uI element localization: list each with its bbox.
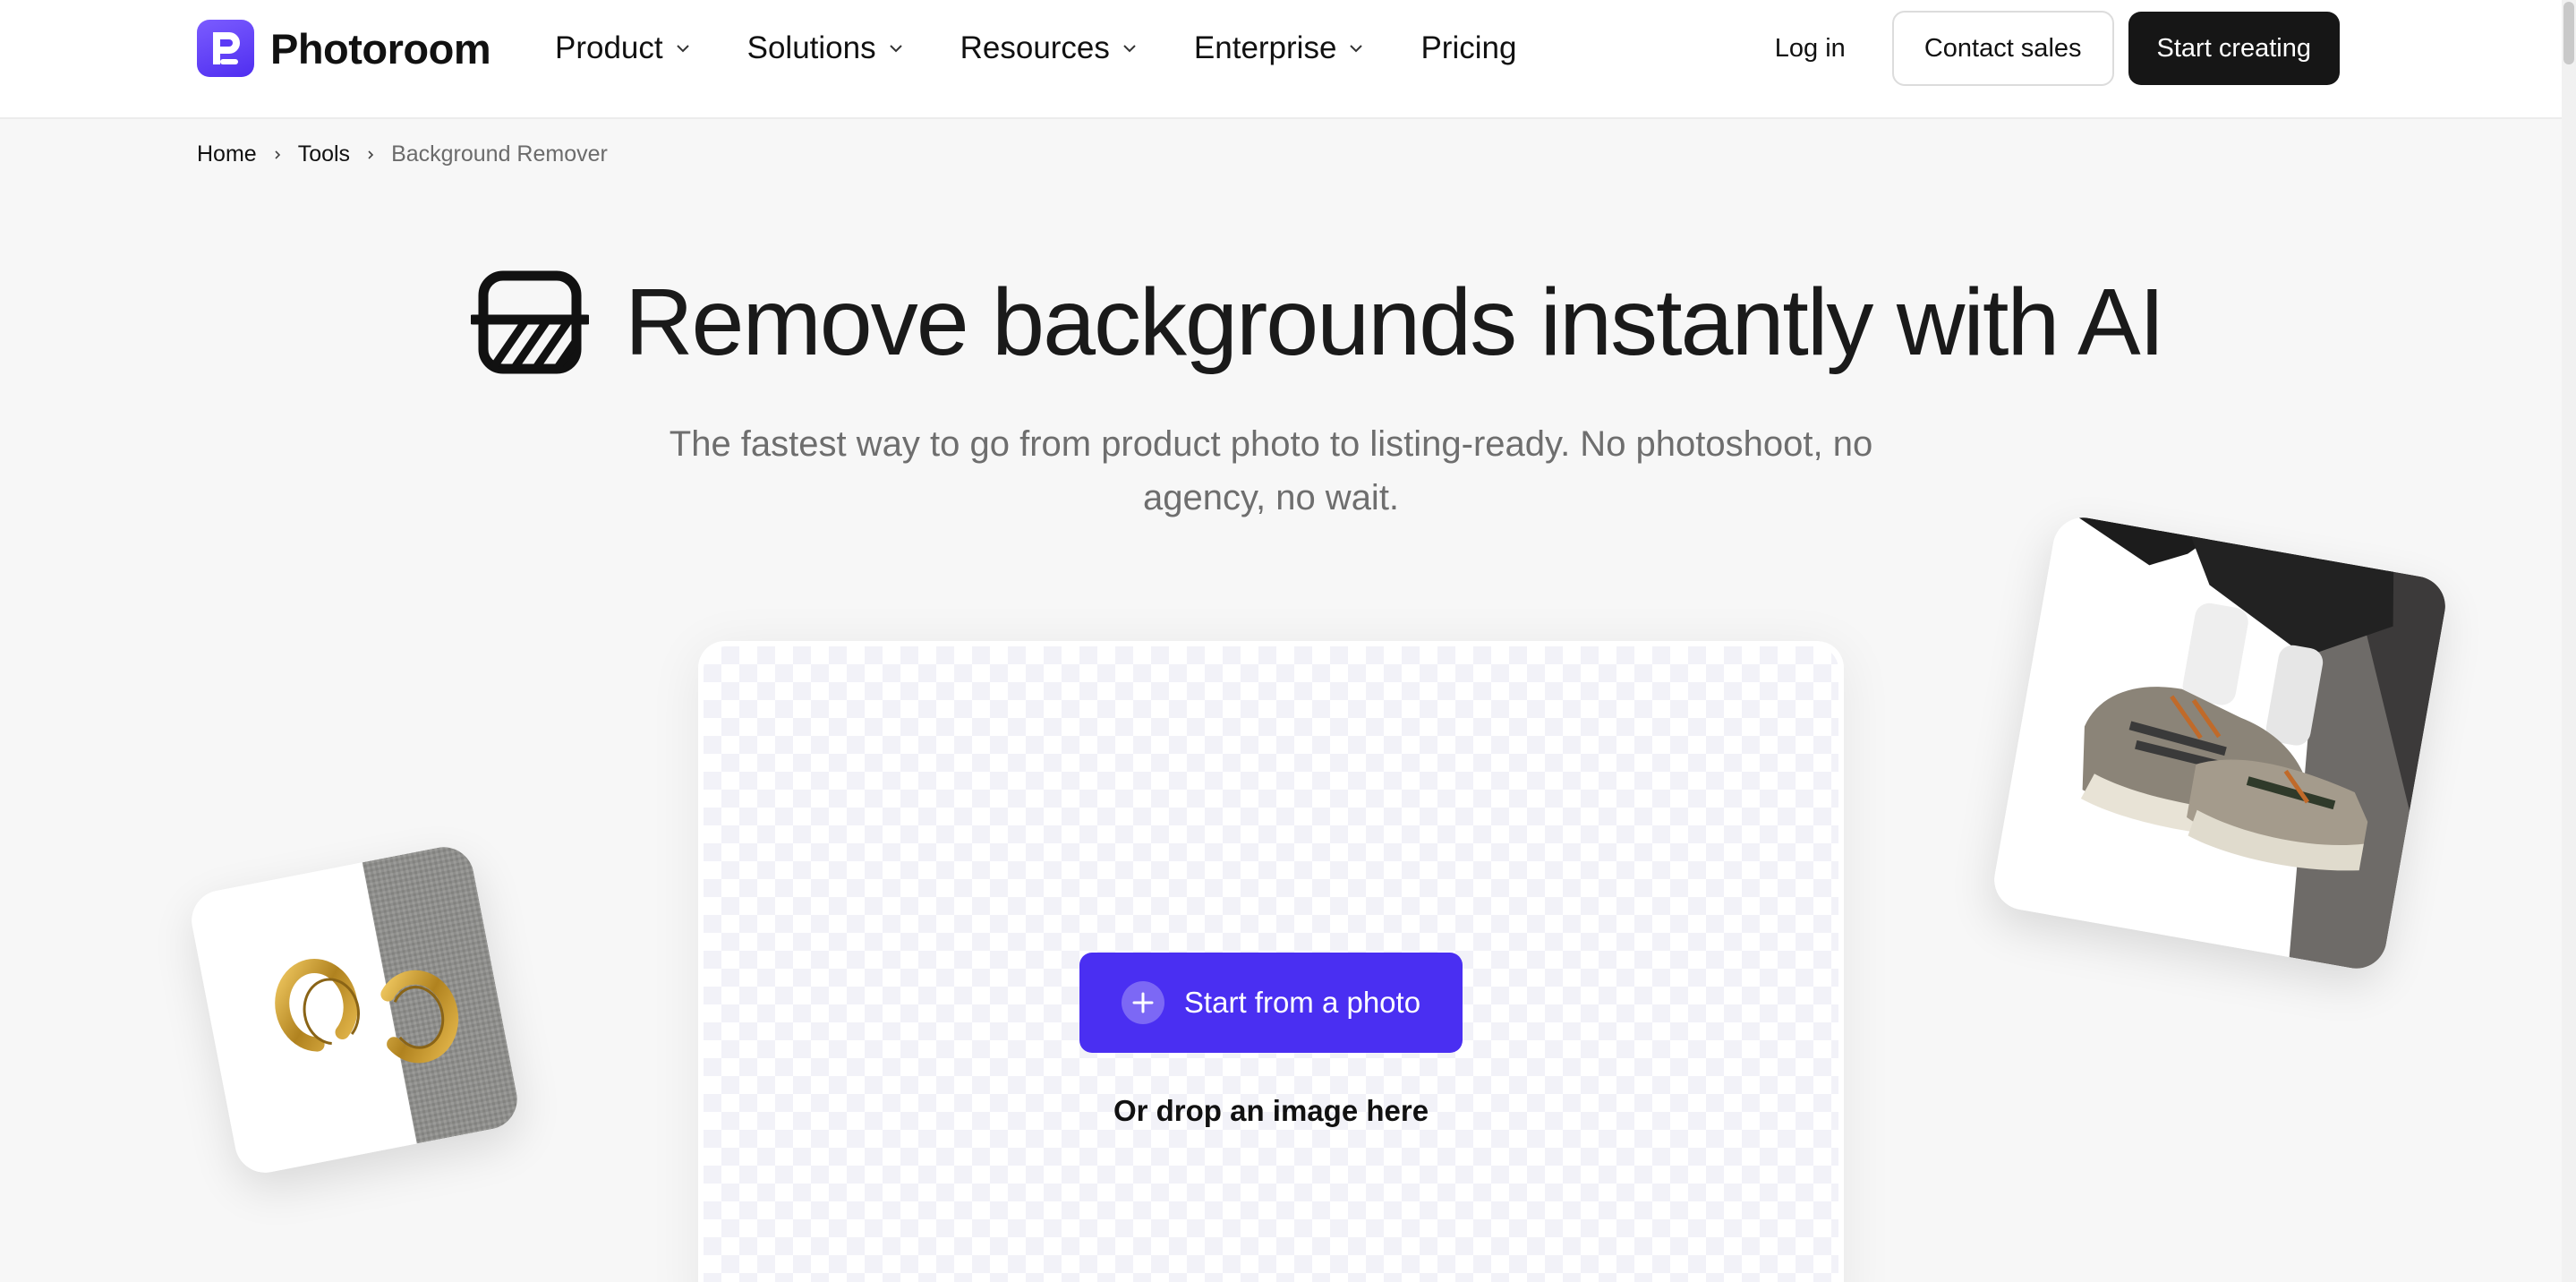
chevron-down-icon xyxy=(676,45,689,53)
nav-item-solutions[interactable]: Solutions xyxy=(747,30,905,66)
login-button[interactable]: Log in xyxy=(1775,34,1846,64)
nav-item-label: Solutions xyxy=(746,30,876,65)
chevron-right-icon xyxy=(275,150,280,159)
logo-text: Photoroom xyxy=(270,24,491,73)
site-header: Photoroom Product Solutions Resources En… xyxy=(0,0,2562,119)
hero-title-row: Remove backgrounds instantly with AI xyxy=(471,267,2165,378)
scrollbar[interactable] xyxy=(2562,0,2576,1282)
page-title: Remove backgrounds instantly with AI xyxy=(625,269,2165,375)
chevron-down-icon xyxy=(889,45,902,53)
nav-item-label: Resources xyxy=(960,30,1110,65)
nav-item-enterprise[interactable]: Enterprise xyxy=(1194,30,1366,66)
scrollbar-thumb[interactable] xyxy=(2563,2,2574,64)
chevron-down-icon xyxy=(1350,45,1363,53)
breadcrumb: Home Tools Background Remover xyxy=(197,141,608,167)
nav-item-label: Pricing xyxy=(1420,30,1517,65)
photoroom-logo-icon xyxy=(197,20,254,77)
start-from-photo-button[interactable]: Start from a photo xyxy=(1079,953,1463,1053)
nav-item-resources[interactable]: Resources xyxy=(960,30,1139,66)
logo[interactable]: Photoroom xyxy=(197,20,491,77)
header-actions: Log in Contact sales Start creating xyxy=(1775,11,2340,86)
nav-item-label: Product xyxy=(555,30,663,65)
nav-item-product[interactable]: Product xyxy=(555,30,692,66)
chevron-right-icon xyxy=(368,150,374,159)
start-creating-button[interactable]: Start creating xyxy=(2128,12,2340,85)
contact-sales-button[interactable]: Contact sales xyxy=(1891,11,2114,86)
breadcrumb-home[interactable]: Home xyxy=(197,141,257,167)
page: Photoroom Product Solutions Resources En… xyxy=(0,0,2576,1282)
plus-icon xyxy=(1121,981,1164,1024)
background-remover-icon xyxy=(471,270,589,374)
nav-item-label: Enterprise xyxy=(1193,30,1337,65)
earrings-example-image xyxy=(186,842,523,1178)
page-subtitle: The fastest way to go from product photo… xyxy=(669,424,1873,517)
upload-dropzone[interactable]: Start from a photo Or drop an image here xyxy=(698,641,1844,1282)
main-nav: Product Solutions Resources Enterprise P… xyxy=(555,20,1516,77)
breadcrumb-tools[interactable]: Tools xyxy=(298,141,350,167)
chevron-down-icon xyxy=(1123,45,1136,53)
drop-image-hint: Or drop an image here xyxy=(1113,1094,1429,1127)
breadcrumb-current: Background Remover xyxy=(391,141,608,167)
start-from-photo-label: Start from a photo xyxy=(1183,986,1421,1019)
sneakers-example-image xyxy=(1989,512,2451,974)
nav-item-pricing[interactable]: Pricing xyxy=(1420,30,1516,66)
